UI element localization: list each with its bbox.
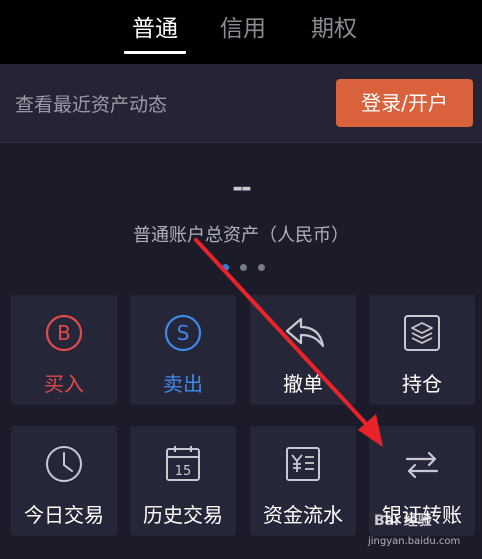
annotation-arrow [194, 238, 383, 447]
watermark-url: jingyan.baidu.com [368, 536, 461, 547]
watermark-brand: Bai 经验 [374, 513, 432, 529]
